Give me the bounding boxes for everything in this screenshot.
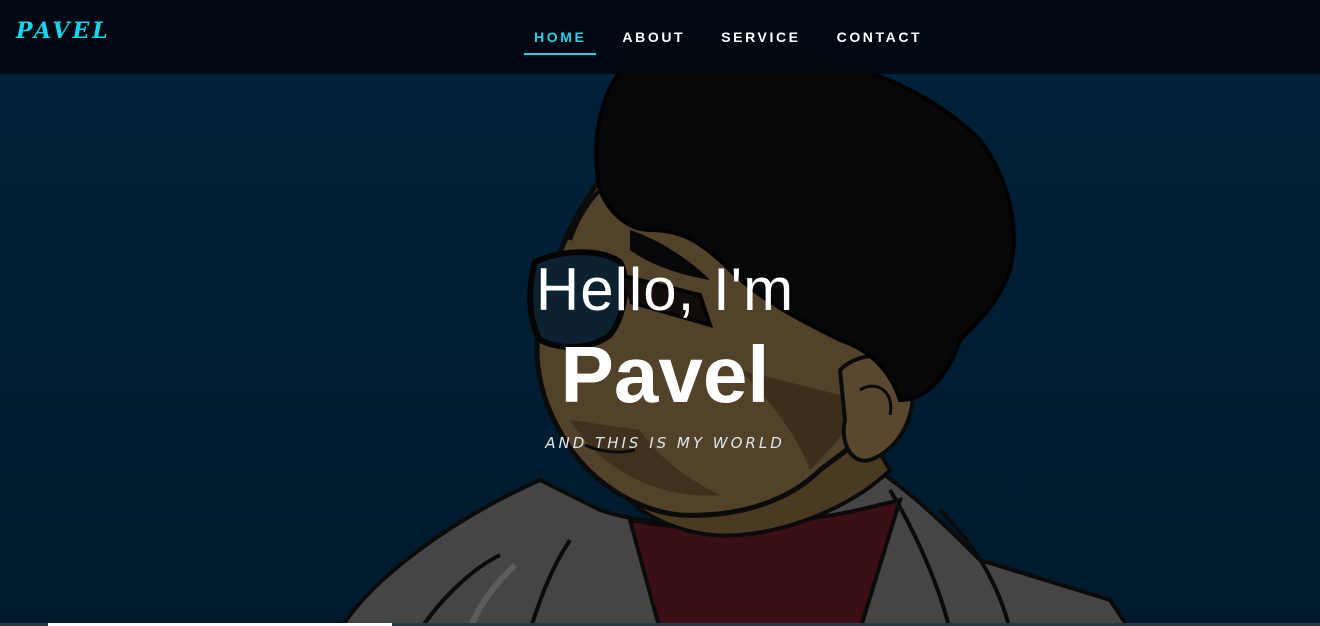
nav-item-about[interactable]: ABOUT (604, 0, 703, 74)
nav-item-service[interactable]: SERVICE (703, 0, 818, 74)
top-navbar: PAVEL HOME ABOUT SERVICE CONTACT (0, 0, 1320, 74)
hero-page: PAVEL HOME ABOUT SERVICE CONTACT Hello, … (0, 0, 1320, 626)
main-nav: HOME ABOUT SERVICE CONTACT (516, 0, 940, 74)
nav-item-contact[interactable]: CONTACT (819, 0, 941, 74)
hero-greeting: Hello, I'm (535, 256, 795, 323)
nav-item-home[interactable]: HOME (516, 0, 604, 74)
hero-tagline: AND THIS IS MY WORLD (545, 434, 785, 452)
hero-name: Pavel (560, 330, 770, 419)
brand-logo[interactable]: PAVEL (16, 18, 111, 44)
hero-section: Hello, I'm Pavel AND THIS IS MY WORLD (0, 250, 1320, 452)
